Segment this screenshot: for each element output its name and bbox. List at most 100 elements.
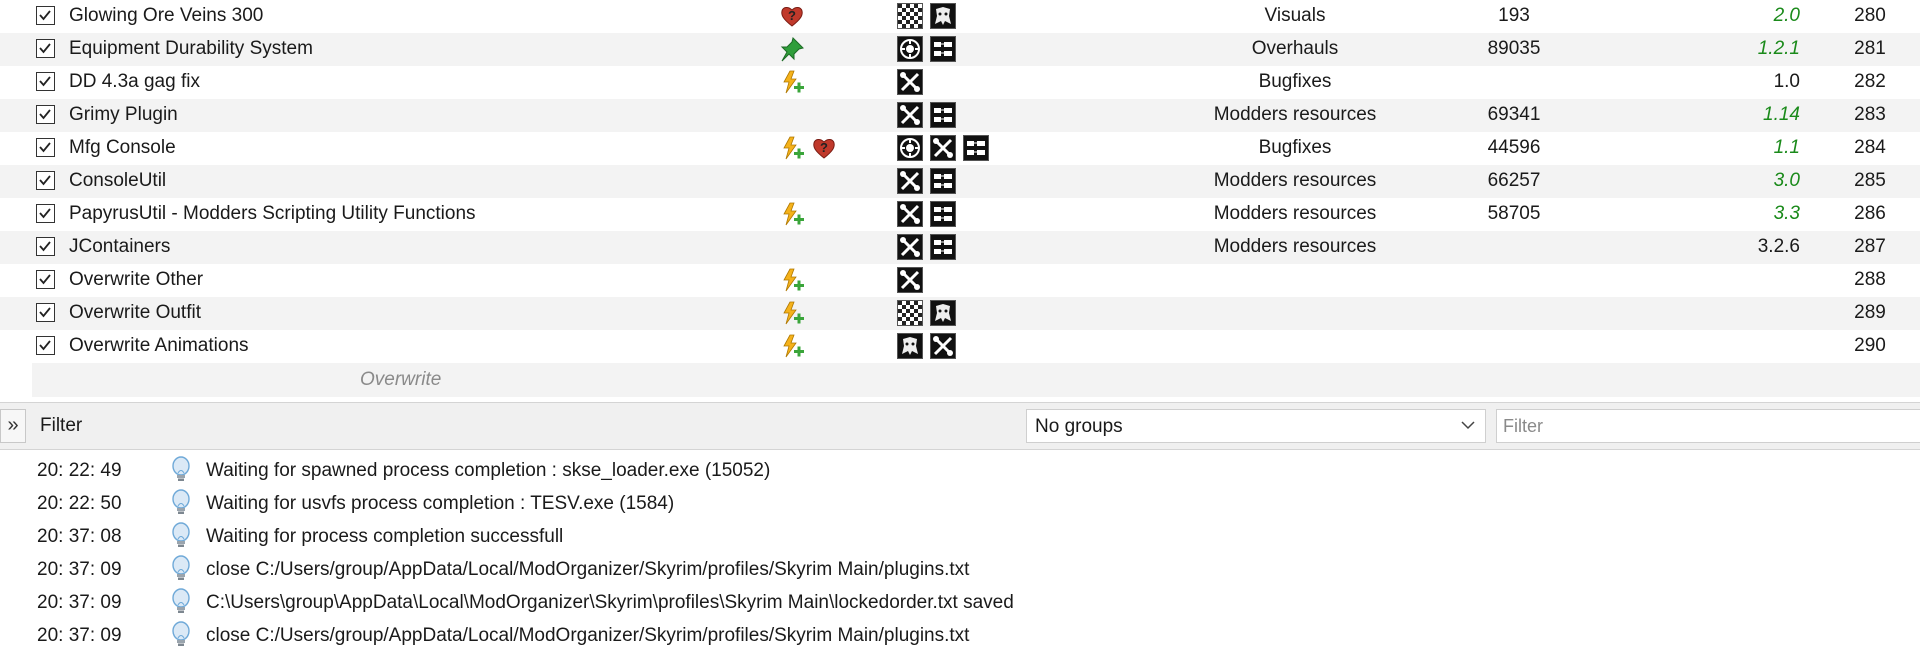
log-entry[interactable]: 20: 37: 09 close C:/Users/group/AppData/L… <box>0 553 1920 586</box>
textures-icon <box>930 300 956 326</box>
lightbulb-icon <box>169 555 193 583</box>
mod-version: 1.14 <box>1763 104 1800 125</box>
mod-nexus-id: 193 <box>1498 5 1530 26</box>
checkmark-icon <box>39 340 51 351</box>
checkmark-icon <box>39 274 51 285</box>
mod-row[interactable]: Overwrite Other 288 <box>0 264 1920 297</box>
expand-panel-button[interactable]: » <box>0 409 26 443</box>
lightbulb-icon <box>169 456 193 484</box>
mod-priority: 285 <box>1854 170 1886 191</box>
log-entry[interactable]: 20: 22: 49 Waiting for spawned process co… <box>0 454 1920 487</box>
mod-version: 1.0 <box>1773 71 1800 92</box>
mod-row[interactable]: Equipment Durability System Overhauls 8903… <box>0 33 1920 66</box>
log-entry[interactable]: 20: 37: 09 C:\Users\group\AppData\Local\M… <box>0 586 1920 619</box>
plugin-icon <box>930 36 956 62</box>
tools-icon <box>897 234 923 260</box>
conflict-plus-icon <box>779 201 806 228</box>
conflict-plus-icon <box>779 300 806 327</box>
gear-circle-icon <box>897 36 923 62</box>
plugin-icon <box>930 201 956 227</box>
log-panel: 20: 22: 49 Waiting for spawned process co… <box>0 454 1920 652</box>
mod-nexus-id: 44596 <box>1487 137 1541 158</box>
mod-enabled-checkbox[interactable] <box>36 72 55 91</box>
tools-icon <box>897 267 923 293</box>
mod-enabled-checkbox[interactable] <box>36 204 55 223</box>
mod-priority: 290 <box>1854 335 1886 356</box>
mod-row[interactable]: JContainers Modders resources 3.2.6 287 <box>0 231 1920 264</box>
mod-priority: 289 <box>1854 302 1886 323</box>
groups-select[interactable]: No groups <box>1026 409 1486 443</box>
mod-nexus-id: 69341 <box>1487 104 1541 125</box>
checker-icon <box>897 3 923 29</box>
mod-priority: 286 <box>1854 203 1886 224</box>
mod-version: 1.1 <box>1773 137 1800 158</box>
log-message: C:\Users\group\AppData\Local\ModOrganize… <box>206 592 1014 613</box>
overwrite-row[interactable]: Overwrite <box>32 363 1920 397</box>
mod-name: Overwrite Outfit <box>69 302 201 323</box>
log-entry[interactable]: 20: 37: 08 Waiting for process completion… <box>0 520 1920 553</box>
mod-list: Glowing Ore Veins 300? Visuals 193 2.0 280 Eq… <box>0 0 1920 363</box>
mod-category: Modders resources <box>1213 104 1377 125</box>
mod-enabled-checkbox[interactable] <box>36 171 55 190</box>
mod-enabled-checkbox[interactable] <box>36 270 55 289</box>
log-time: 20: 37: 08 <box>37 526 122 547</box>
mod-enabled-checkbox[interactable] <box>36 303 55 322</box>
log-message: Waiting for spawned process completion :… <box>206 460 771 481</box>
mod-row[interactable]: Glowing Ore Veins 300? Visuals 193 2.0 280 <box>0 0 1920 33</box>
conflict-plus-icon <box>779 267 806 294</box>
mod-name: ConsoleUtil <box>69 170 167 191</box>
mod-enabled-checkbox[interactable] <box>36 336 55 355</box>
tools-icon <box>897 201 923 227</box>
log-message: close C:/Users/group/AppData/Local/ModOr… <box>206 559 970 580</box>
mod-priority: 281 <box>1854 38 1886 59</box>
log-time: 20: 22: 50 <box>37 493 122 514</box>
mod-name: JContainers <box>69 236 171 257</box>
mod-name: PapyrusUtil - Modders Scripting Utility … <box>69 203 476 224</box>
tools-icon <box>930 135 956 161</box>
mod-category: Visuals <box>1264 5 1326 26</box>
mod-row[interactable]: Overwrite Outfit 289 <box>0 297 1920 330</box>
svg-text:?: ? <box>820 140 828 155</box>
filter-label: Filter <box>40 415 83 436</box>
mod-enabled-checkbox[interactable] <box>36 138 55 157</box>
mod-category: Modders resources <box>1213 170 1377 191</box>
mod-name: Mfg Console <box>69 137 176 158</box>
mod-version: 2.0 <box>1773 5 1800 26</box>
mod-enabled-checkbox[interactable] <box>36 39 55 58</box>
mod-category: Overhauls <box>1251 38 1339 59</box>
mod-enabled-checkbox[interactable] <box>36 237 55 256</box>
checkmark-icon <box>39 241 51 252</box>
mod-enabled-checkbox[interactable] <box>36 6 55 25</box>
mod-row[interactable]: DD 4.3a gag fix Bugfixes 1.0 282 <box>0 66 1920 99</box>
mod-row[interactable]: Grimy Plugin Modders resources 69341 1.14 28… <box>0 99 1920 132</box>
gear-circle-icon <box>897 135 923 161</box>
mod-row[interactable]: Mfg Console? Bugfixes 44596 1.1 284 <box>0 132 1920 165</box>
mod-nexus-id: 89035 <box>1487 38 1541 59</box>
checkmark-icon <box>39 43 51 54</box>
tools-icon <box>897 168 923 194</box>
mod-enabled-checkbox[interactable] <box>36 105 55 124</box>
plugin-icon <box>930 102 956 128</box>
chevron-down-icon <box>1461 421 1475 430</box>
mod-priority: 282 <box>1854 71 1886 92</box>
log-entry[interactable]: 20: 22: 50 Waiting for usvfs process comp… <box>0 487 1920 520</box>
tools-icon <box>897 69 923 95</box>
tools-icon <box>897 102 923 128</box>
lightbulb-icon <box>169 522 193 550</box>
filter-input[interactable] <box>1496 409 1920 443</box>
checkmark-icon <box>39 109 51 120</box>
plugin-icon <box>930 234 956 260</box>
mod-row[interactable]: ConsoleUtil Modders resources 66257 3.0 285 <box>0 165 1920 198</box>
mod-row[interactable]: PapyrusUtil - Modders Scripting Utility … <box>0 198 1920 231</box>
log-entry[interactable]: 20: 37: 09 close C:/Users/group/AppData/L… <box>0 619 1920 652</box>
mod-row[interactable]: Overwrite Animations 290 <box>0 330 1920 363</box>
mod-version: 3.3 <box>1773 203 1800 224</box>
mod-priority: 280 <box>1854 5 1886 26</box>
plugin-icon <box>963 135 989 161</box>
log-message: Waiting for usvfs process completion : T… <box>206 493 675 514</box>
log-message: close C:/Users/group/AppData/Local/ModOr… <box>206 625 970 646</box>
tools-icon <box>930 333 956 359</box>
mod-nexus-id: 66257 <box>1487 170 1541 191</box>
log-time: 20: 22: 49 <box>37 460 122 481</box>
mod-name: Overwrite Other <box>69 269 204 290</box>
